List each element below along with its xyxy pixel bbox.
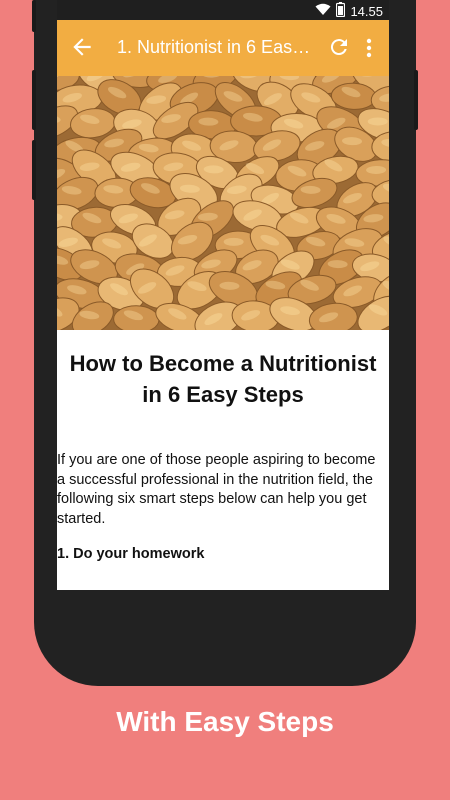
status-time: 14.55 bbox=[350, 3, 383, 19]
phone-side-button bbox=[32, 0, 36, 32]
more-vert-icon[interactable] bbox=[363, 35, 375, 61]
promo-caption: With Easy Steps bbox=[116, 706, 334, 737]
step-heading: 1. Do your homework bbox=[57, 546, 205, 562]
wifi-icon bbox=[315, 3, 331, 19]
status-bar: 14.55 bbox=[57, 0, 389, 20]
refresh-icon[interactable] bbox=[327, 35, 351, 59]
almonds-photo bbox=[57, 76, 389, 330]
article-title: How to Become a Nutritionist in 6 Easy S… bbox=[69, 351, 377, 407]
app-bar: 1. Nutritionist in 6 Easy Steps bbox=[57, 20, 389, 76]
phone-side-button bbox=[32, 70, 36, 130]
back-arrow-icon[interactable] bbox=[69, 34, 95, 60]
phone-side-button bbox=[32, 140, 36, 200]
phone-side-button bbox=[414, 70, 418, 130]
battery-icon bbox=[336, 2, 346, 20]
app-bar-title: 1. Nutritionist in 6 Easy Steps bbox=[117, 37, 317, 57]
article-intro: If you are one of those people aspiring … bbox=[57, 452, 376, 527]
cut-off-text bbox=[57, 586, 307, 590]
